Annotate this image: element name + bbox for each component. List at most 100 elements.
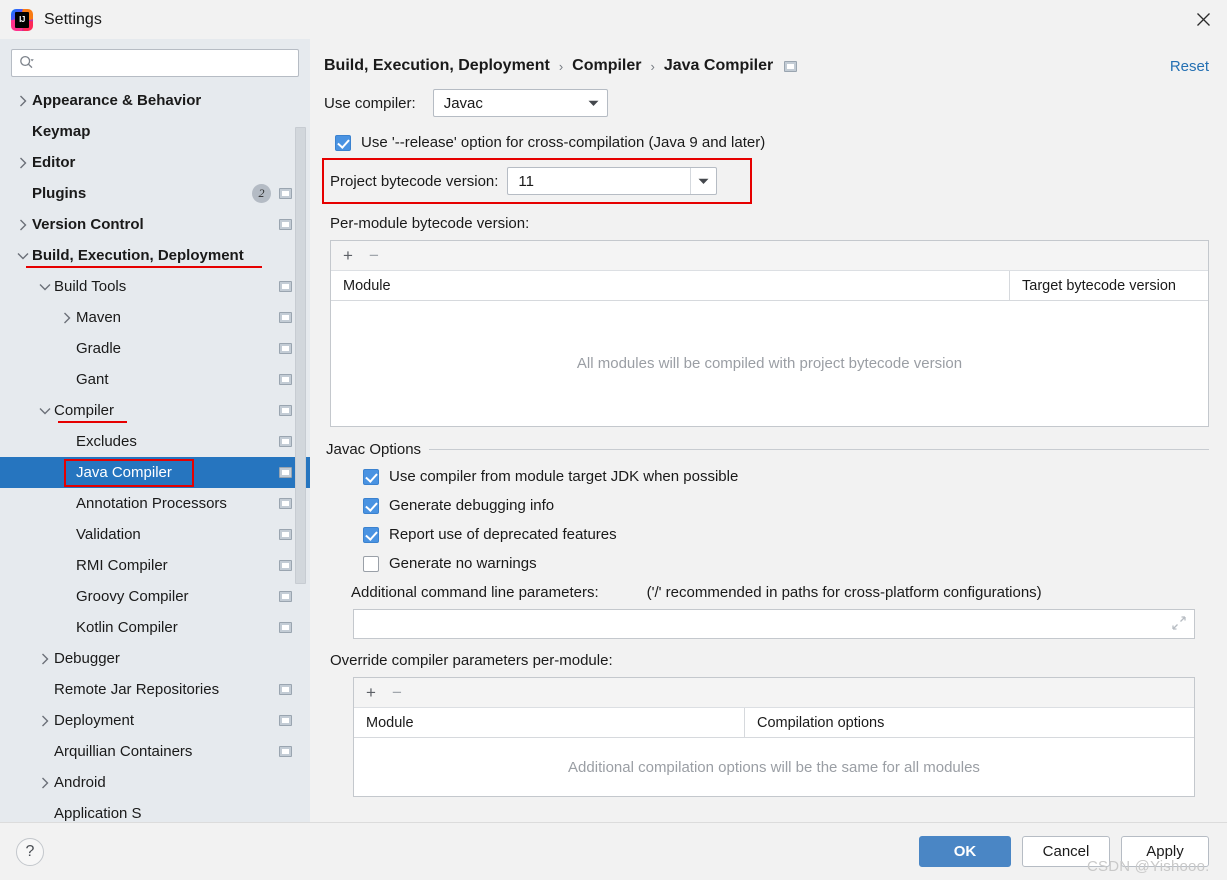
settings-sync-icon[interactable] — [279, 529, 292, 540]
column-header-target-bytecode[interactable]: Target bytecode version — [1009, 271, 1208, 300]
chevron-down-icon[interactable] — [36, 407, 54, 415]
plus-icon[interactable]: + — [343, 247, 353, 264]
javac-option-row: Generate no warnings — [363, 555, 1209, 572]
settings-sync-icon[interactable] — [279, 684, 292, 695]
settings-sync-icon[interactable] — [279, 374, 292, 385]
sidebar-item-trailing: 2 — [252, 184, 292, 203]
settings-sync-icon[interactable] — [279, 467, 292, 478]
additional-params-input[interactable] — [362, 615, 1172, 633]
apply-button[interactable]: Apply — [1121, 836, 1209, 867]
chevron-right-icon[interactable] — [14, 219, 32, 231]
chevron-down-icon[interactable] — [36, 283, 54, 291]
annotation-underline — [26, 266, 262, 268]
chevron-right-icon[interactable] — [36, 715, 54, 727]
release-option-row: Use '--release' option for cross-compila… — [335, 134, 1209, 151]
intellij-idea-logo-icon: IJ — [11, 8, 33, 31]
reset-link[interactable]: Reset — [1170, 58, 1209, 75]
javac-option-checkbox[interactable] — [363, 526, 379, 543]
sidebar-item-java-compiler[interactable]: Java Compiler — [0, 457, 310, 488]
column-header-module[interactable]: Module — [331, 271, 1009, 300]
sidebar-item-deployment[interactable]: Deployment — [0, 705, 310, 736]
ok-button[interactable]: OK — [919, 836, 1011, 867]
settings-sync-icon[interactable] — [279, 715, 292, 726]
sidebar-item-groovy-compiler[interactable]: Groovy Compiler — [0, 581, 310, 612]
release-option-checkbox[interactable] — [335, 134, 351, 151]
settings-sync-icon[interactable] — [279, 560, 292, 571]
chevron-right-icon[interactable] — [14, 95, 32, 107]
settings-sync-icon[interactable] — [279, 219, 292, 230]
sidebar-item-label: Groovy Compiler — [76, 588, 189, 605]
settings-sync-icon[interactable] — [279, 188, 292, 199]
chevron-right-icon[interactable] — [14, 157, 32, 169]
javac-options-title: Javac Options — [326, 441, 422, 458]
sidebar-item-label: RMI Compiler — [76, 557, 168, 574]
sidebar-item-appearance-behavior[interactable]: Appearance & Behavior — [0, 85, 310, 116]
javac-option-checkbox[interactable] — [363, 497, 379, 514]
javac-option-checkbox[interactable] — [363, 555, 379, 572]
sidebar-item-validation[interactable]: Validation — [0, 519, 310, 550]
chevron-right-icon[interactable] — [58, 312, 76, 324]
minus-icon[interactable]: − — [369, 247, 379, 264]
chevron-right-icon[interactable] — [36, 653, 54, 665]
close-icon[interactable] — [1179, 0, 1227, 39]
sidebar-item-gant[interactable]: Gant — [0, 364, 310, 395]
help-icon[interactable]: ? — [16, 837, 44, 866]
project-bytecode-row: Project bytecode version: 11 — [322, 158, 1209, 204]
breadcrumb-item-java-compiler[interactable]: Java Compiler — [664, 57, 773, 75]
sidebar-scrollbar[interactable] — [295, 127, 306, 584]
settings-sync-icon[interactable] — [279, 746, 292, 757]
settings-sync-icon[interactable] — [279, 436, 292, 447]
settings-sync-icon[interactable] — [279, 498, 292, 509]
sidebar-item-android[interactable]: Android — [0, 767, 310, 798]
javac-option-label: Report use of deprecated features — [389, 526, 617, 543]
search-input[interactable] — [39, 54, 291, 72]
javac-option-checkbox[interactable] — [363, 468, 379, 485]
minus-icon[interactable]: − — [392, 684, 402, 701]
sidebar-item-version-control[interactable]: Version Control — [0, 209, 310, 240]
use-compiler-dropdown[interactable]: Javac — [432, 89, 608, 117]
search-box[interactable] — [11, 49, 299, 77]
settings-sync-icon[interactable] — [279, 622, 292, 633]
sidebar-item-plugins[interactable]: Plugins 2 — [0, 178, 310, 209]
sidebar-item-kotlin-compiler[interactable]: Kotlin Compiler — [0, 612, 310, 643]
sidebar-item-application-s[interactable]: Application S — [0, 798, 310, 822]
group-divider — [429, 449, 1209, 450]
sidebar-item-gradle[interactable]: Gradle — [0, 333, 310, 364]
plugins-update-badge: 2 — [252, 184, 271, 203]
additional-params-label: Additional command line parameters: — [351, 584, 599, 601]
column-header-module[interactable]: Module — [354, 708, 744, 737]
sidebar-item-label: Compiler — [54, 402, 115, 419]
chevron-down-icon[interactable] — [14, 252, 32, 260]
chevron-right-icon[interactable] — [36, 777, 54, 789]
sidebar-item-remote-jar-repositories[interactable]: Remote Jar Repositories — [0, 674, 310, 705]
sidebar-item-excludes[interactable]: Excludes — [0, 426, 310, 457]
sidebar-item-keymap[interactable]: Keymap — [0, 116, 310, 147]
sidebar-item-rmi-compiler[interactable]: RMI Compiler — [0, 550, 310, 581]
sidebar-item-annotation-processors[interactable]: Annotation Processors — [0, 488, 310, 519]
settings-sync-icon[interactable] — [279, 591, 292, 602]
sidebar-item-build-tools[interactable]: Build Tools — [0, 271, 310, 302]
sidebar-item-compiler[interactable]: Compiler — [0, 395, 310, 426]
sidebar-item-trailing — [279, 715, 292, 726]
sidebar-item-arquillian-containers[interactable]: Arquillian Containers — [0, 736, 310, 767]
settings-sync-icon[interactable] — [279, 343, 292, 354]
override-params-label: Override compiler parameters per-module: — [330, 652, 613, 669]
javac-option-row: Use compiler from module target JDK when… — [363, 468, 1209, 485]
sidebar-item-maven[interactable]: Maven — [0, 302, 310, 333]
sidebar-item-trailing — [279, 560, 292, 571]
settings-sync-icon[interactable] — [279, 312, 292, 323]
settings-sync-icon[interactable] — [784, 60, 798, 72]
sidebar-item-debugger[interactable]: Debugger — [0, 643, 310, 674]
breadcrumb-item-compiler[interactable]: Compiler — [572, 57, 641, 75]
settings-sync-icon[interactable] — [279, 405, 292, 416]
use-compiler-row: Use compiler: Javac — [324, 89, 1209, 117]
additional-params-field[interactable] — [353, 609, 1195, 639]
column-header-compilation-options[interactable]: Compilation options — [744, 708, 1194, 737]
plus-icon[interactable]: + — [366, 684, 376, 701]
cancel-button[interactable]: Cancel — [1022, 836, 1110, 867]
sidebar-item-editor[interactable]: Editor — [0, 147, 310, 178]
project-bytecode-dropdown[interactable]: 11 — [507, 167, 718, 195]
expand-icon[interactable] — [1172, 615, 1186, 633]
settings-sync-icon[interactable] — [279, 281, 292, 292]
breadcrumb-item-root[interactable]: Build, Execution, Deployment — [324, 57, 550, 75]
